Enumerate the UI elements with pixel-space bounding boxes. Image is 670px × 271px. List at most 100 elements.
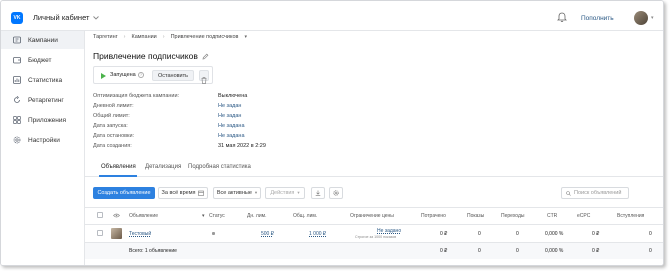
info-row: Оптимизация бюджета кампании: Выключена bbox=[93, 93, 293, 101]
eye-icon[interactable] bbox=[113, 213, 120, 218]
app-window: VK Личный кабинет Пополнить ▾ Кампании Б… bbox=[0, 0, 664, 266]
actions-dropdown[interactable]: Действия ▾ bbox=[265, 187, 305, 199]
stop-button[interactable]: Остановить bbox=[152, 70, 194, 81]
start-date-link[interactable]: Не задана bbox=[218, 123, 245, 129]
sidebar-item-label: Ретаргетинг bbox=[28, 96, 64, 104]
chevron-down-icon[interactable]: ▾ bbox=[651, 15, 654, 21]
total-impressions: 0 bbox=[478, 248, 481, 254]
gear-icon bbox=[333, 190, 339, 196]
chevron-down-icon bbox=[93, 15, 100, 20]
search-input[interactable] bbox=[574, 190, 628, 196]
info-row: Дата создания: 31 мая 2022 в 2:29 bbox=[93, 143, 293, 151]
total-joined: 0 bbox=[649, 248, 652, 254]
row-checkbox[interactable] bbox=[97, 230, 103, 236]
play-icon bbox=[101, 73, 106, 79]
sidebar-item-campaigns[interactable]: Кампании bbox=[1, 31, 84, 49]
breadcrumb-separator: › bbox=[162, 34, 165, 40]
calendar-icon bbox=[198, 190, 205, 196]
campaign-status-panel: Запущена ? Остановить bbox=[93, 66, 213, 84]
help-icon[interactable]: ? bbox=[138, 72, 144, 78]
total-label: Всего: 1 объявление bbox=[129, 248, 177, 254]
table-divider bbox=[85, 207, 663, 208]
clicks-value: 0 bbox=[516, 231, 519, 237]
retarget-icon bbox=[14, 96, 20, 103]
select-all-checkbox[interactable] bbox=[97, 212, 103, 218]
price-limit-note: Строгое за 1000 показов bbox=[355, 235, 397, 239]
total-spent: 0 ₽ bbox=[440, 248, 448, 254]
col-spent[interactable]: Потрачено bbox=[421, 213, 446, 219]
pencil-icon[interactable] bbox=[202, 53, 209, 60]
price-limit-link[interactable]: Не задано bbox=[377, 228, 401, 234]
spent-value: 0 ₽ bbox=[440, 231, 448, 237]
info-key: Оптимизация бюджета кампании: bbox=[93, 93, 180, 99]
chevron-down-icon: ▾ bbox=[254, 190, 258, 195]
stop-date-link[interactable]: Не задана bbox=[218, 133, 245, 139]
wallet-icon bbox=[13, 57, 21, 64]
top-bar: VK Личный кабинет Пополнить ▾ bbox=[1, 1, 663, 31]
avatar[interactable] bbox=[634, 11, 648, 25]
filter-dropdown[interactable]: Все активные ▾ bbox=[213, 187, 261, 199]
breadcrumb: Таргетинг › Кампании › Привлечение подпи… bbox=[93, 34, 247, 40]
joined-value: 0 bbox=[649, 231, 652, 237]
period-button[interactable]: За всё время bbox=[158, 187, 208, 199]
sidebar-item-apps[interactable]: Приложения bbox=[1, 111, 84, 129]
sidebar-item-settings[interactable]: Настройки bbox=[1, 131, 84, 149]
settings-button[interactable] bbox=[329, 187, 343, 199]
create-ad-button[interactable]: Создать объявление bbox=[93, 187, 155, 199]
chevron-down-icon[interactable]: ▾ bbox=[244, 34, 247, 40]
breadcrumb-item-current[interactable]: Привлечение подписчиков bbox=[171, 34, 239, 40]
col-joined[interactable]: Вступления bbox=[617, 213, 644, 219]
filter-label: Все активные bbox=[216, 190, 252, 196]
col-status[interactable]: Статус bbox=[209, 213, 225, 219]
total-limit-link[interactable]: Не задан bbox=[218, 113, 241, 119]
tab-ads[interactable]: Объявления bbox=[101, 164, 136, 170]
info-value: 31 мая 2022 в 2:29 bbox=[218, 143, 266, 149]
breadcrumb-item-targeting[interactable]: Таргетинг bbox=[93, 34, 118, 40]
sidebar-item-label: Кампании bbox=[28, 36, 58, 44]
table-divider bbox=[85, 224, 663, 225]
col-day-limit[interactable]: Дн. лим. bbox=[247, 213, 266, 219]
tab-details[interactable]: Детализация bbox=[145, 164, 181, 170]
col-clicks[interactable]: Переходы bbox=[501, 213, 524, 219]
active-tab-indicator bbox=[99, 175, 137, 177]
search-field[interactable] bbox=[561, 187, 629, 199]
ad-name-link[interactable]: Тестовый bbox=[129, 231, 151, 237]
impressions-value: 0 bbox=[478, 231, 481, 237]
download-icon bbox=[315, 190, 321, 196]
daily-limit-link[interactable]: Не задан bbox=[218, 103, 241, 109]
bell-icon[interactable] bbox=[557, 12, 567, 23]
sidebar-item-stats[interactable]: Статистика bbox=[1, 71, 84, 89]
sidebar-item-label: Статистика bbox=[28, 76, 63, 84]
delete-button[interactable] bbox=[199, 70, 209, 84]
trash-icon bbox=[201, 77, 207, 84]
col-total-limit[interactable]: Общ. лим. bbox=[293, 213, 317, 219]
vk-logo-icon[interactable]: VK bbox=[11, 12, 23, 24]
col-price-limit[interactable]: Ограничение цены bbox=[350, 213, 394, 219]
col-ecpc[interactable]: eCPC bbox=[577, 213, 590, 219]
chevron-down-icon: ▾ bbox=[297, 190, 300, 195]
col-impressions[interactable]: Показы bbox=[467, 213, 484, 219]
day-limit-link[interactable]: 500 ₽ bbox=[261, 231, 274, 237]
topup-link[interactable]: Пополнить bbox=[581, 14, 614, 22]
total-clicks: 0 bbox=[516, 248, 519, 254]
info-key: Дата остановки: bbox=[93, 133, 135, 139]
ad-thumbnail[interactable] bbox=[111, 228, 122, 239]
sidebar-item-retargeting[interactable]: Ретаргетинг bbox=[1, 91, 84, 109]
sidebar-item-label: Бюджет bbox=[28, 56, 52, 64]
sidebar-item-budget[interactable]: Бюджет bbox=[1, 51, 84, 69]
page-title: Привлечение подписчиков bbox=[93, 51, 209, 61]
total-limit-link[interactable]: 1 000 ₽ bbox=[309, 231, 326, 237]
cabinet-label: Личный кабинет bbox=[33, 13, 90, 22]
sort-icon[interactable]: ▾ bbox=[202, 213, 205, 219]
sidebar: Кампании Бюджет Статистика Ретаргетинг П… bbox=[1, 31, 85, 265]
breadcrumb-item-campaigns[interactable]: Кампании bbox=[131, 34, 156, 40]
col-ctr[interactable]: CTR bbox=[547, 213, 557, 219]
apps-icon bbox=[13, 116, 21, 124]
cabinet-switcher[interactable]: Личный кабинет bbox=[33, 13, 100, 22]
download-button[interactable] bbox=[311, 187, 325, 199]
ecpc-value: 0 ₽ bbox=[592, 231, 600, 237]
tab-detailed-stats[interactable]: Подробная статистика bbox=[188, 164, 251, 170]
col-ad[interactable]: Объявление bbox=[129, 213, 158, 219]
tab-bar: Объявления Детализация Подробная статист… bbox=[85, 159, 663, 177]
info-value: Выключена bbox=[218, 93, 248, 99]
